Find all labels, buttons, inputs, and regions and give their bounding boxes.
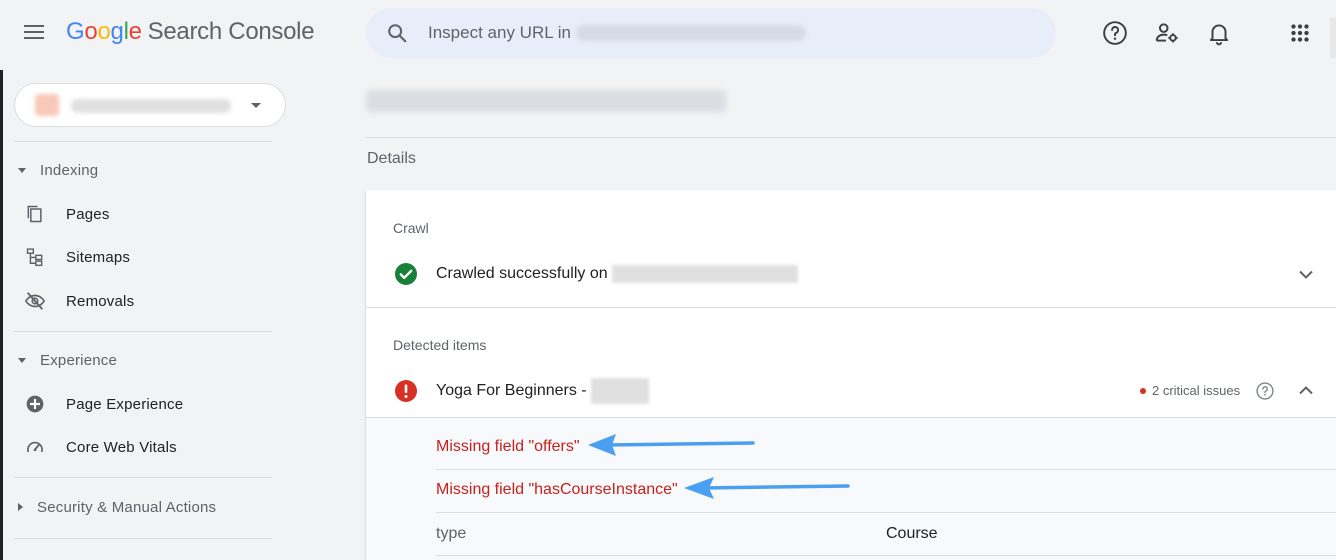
collapse-arrow-icon — [18, 167, 26, 173]
search-icon — [388, 24, 407, 43]
chevron-up-icon[interactable] — [1294, 379, 1318, 403]
sidebar-section-indexing[interactable]: Indexing — [18, 158, 98, 182]
expand-arrow-icon — [18, 503, 23, 511]
row-divider — [436, 555, 1336, 556]
row-divider — [436, 512, 1336, 513]
hamburger-icon — [24, 25, 44, 27]
main-menu-button[interactable] — [20, 21, 50, 47]
sidebar-divider — [14, 141, 272, 142]
property-value: Course — [886, 525, 938, 542]
sidebar-item-removals[interactable]: Removals — [24, 288, 134, 314]
detected-item-row[interactable]: Yoga For Beginners - — [394, 378, 649, 404]
issue-missing-hascourseinstance[interactable]: Missing field "hasCourseInstance" — [436, 481, 678, 499]
details-card: Crawl Crawled successfully on Detected i… — [366, 190, 1336, 560]
annotation-arrow-hascourseinstance — [684, 477, 850, 499]
sitemaps-icon — [24, 246, 46, 268]
success-check-icon — [395, 263, 417, 285]
sidebar-divider — [14, 538, 272, 539]
redacted-property-name — [71, 99, 231, 113]
property-selector[interactable] — [14, 83, 286, 127]
error-icon — [395, 380, 417, 402]
sidebar-item-page-experience[interactable]: Page Experience — [24, 391, 183, 417]
critical-issues-badge: 2 critical issues — [1140, 383, 1240, 398]
crawl-status-text: Crawled successfully on — [436, 265, 608, 282]
url-inspection-search[interactable] — [366, 8, 1056, 58]
card-divider — [366, 307, 1336, 308]
annotation-arrow-offers — [588, 434, 755, 456]
sidebar-item-sitemaps[interactable]: Sitemaps — [24, 244, 130, 270]
crawl-status-row[interactable]: Crawled successfully on — [394, 262, 798, 286]
sidebar-divider — [14, 331, 272, 332]
scrollbar-edge — [1330, 18, 1336, 58]
page-experience-icon — [24, 393, 46, 415]
sidebar-item-core-web-vitals[interactable]: Core Web Vitals — [24, 434, 177, 460]
window-edge — [0, 0, 3, 560]
sidebar-item-pages[interactable]: Pages — [24, 201, 110, 227]
top-bar: Google Search Console — [0, 0, 1336, 70]
property-key: type — [436, 525, 467, 542]
redacted-property-url — [576, 25, 806, 41]
issue-missing-offers[interactable]: Missing field "offers" — [436, 438, 580, 456]
collapse-arrow-icon — [18, 357, 26, 363]
redacted-item-suffix — [590, 378, 649, 404]
notifications-icon[interactable] — [1206, 20, 1232, 46]
help-icon[interactable] — [1102, 20, 1128, 46]
main-divider — [366, 137, 1336, 138]
pages-icon — [24, 203, 46, 225]
removals-icon — [24, 290, 46, 312]
sidebar-section-security[interactable]: Security & Manual Actions — [18, 495, 216, 519]
row-divider — [436, 469, 1336, 470]
detected-items-label: Detected items — [393, 337, 487, 353]
details-heading: Details — [367, 150, 416, 167]
status-dot — [1140, 387, 1146, 394]
core-web-vitals-icon — [24, 436, 46, 458]
app-logo[interactable]: Google Search Console — [66, 18, 315, 46]
redacted-inspected-url — [366, 90, 726, 112]
manage-users-icon[interactable] — [1154, 20, 1180, 46]
sidebar-divider — [14, 477, 272, 478]
property-favicon — [35, 94, 59, 116]
sidebar-section-experience[interactable]: Experience — [18, 348, 117, 372]
dropdown-arrow-icon — [251, 103, 261, 108]
help-icon[interactable] — [1255, 381, 1275, 401]
detected-item-title: Yoga For Beginners - — [436, 382, 587, 399]
chevron-down-icon[interactable] — [1294, 262, 1318, 286]
redacted-crawl-date — [611, 265, 798, 283]
apps-grid-icon[interactable] — [1287, 20, 1313, 46]
crawl-section-label: Crawl — [393, 220, 429, 236]
app-title: Search Console — [147, 18, 315, 45]
